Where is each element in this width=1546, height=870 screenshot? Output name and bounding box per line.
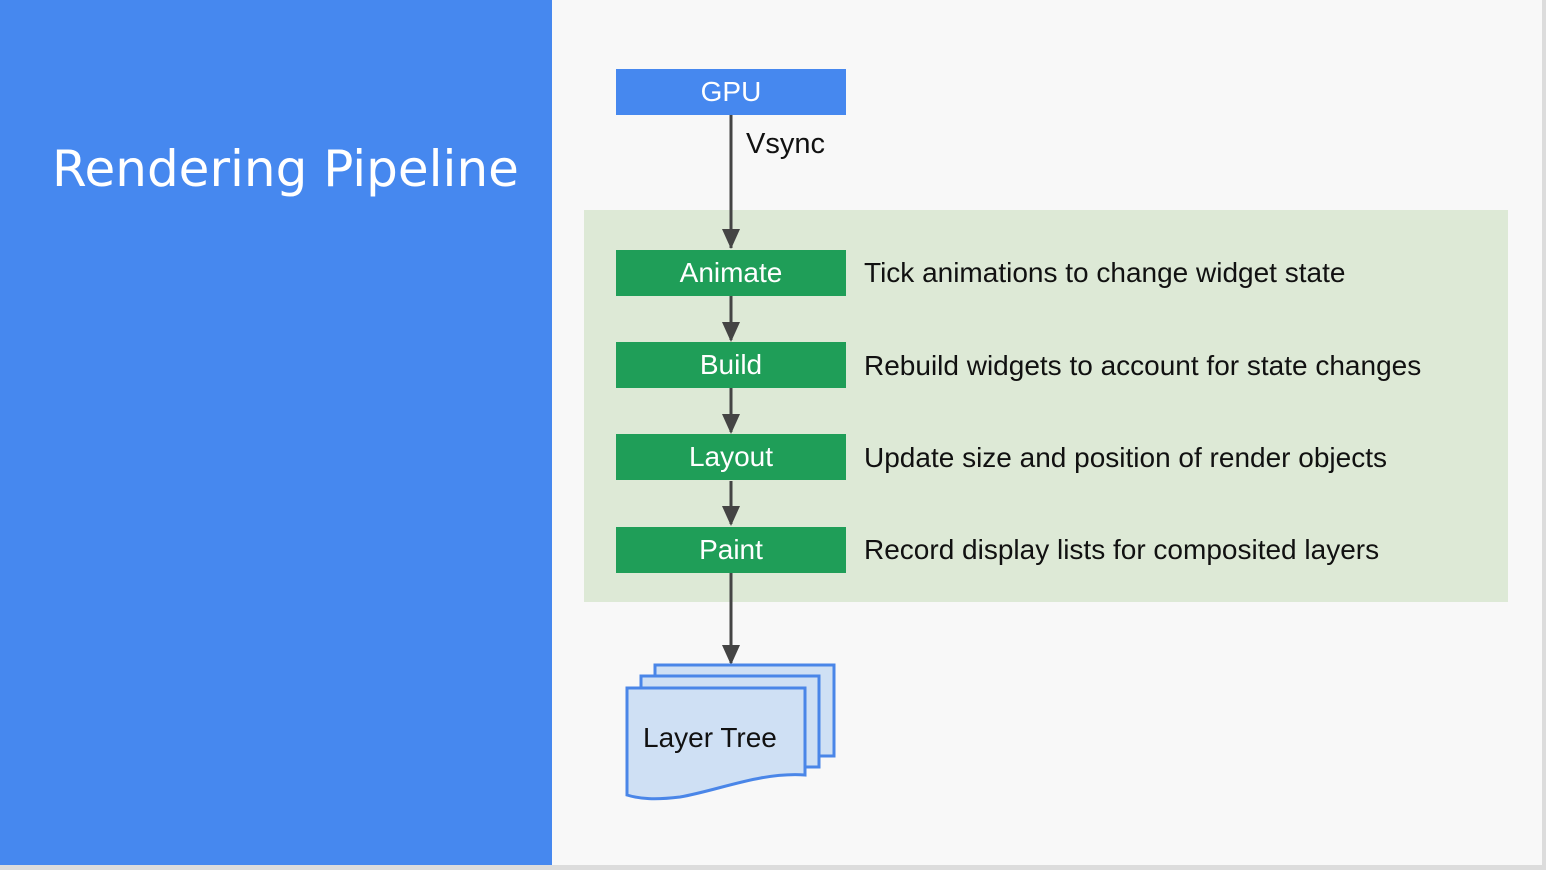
- stage-box-animate: Animate: [616, 250, 846, 296]
- arrowhead-icon: [722, 645, 740, 665]
- stage-box-build: Build: [616, 342, 846, 388]
- vsync-label: Vsync: [746, 128, 825, 160]
- layer-tree-label: Layer Tree: [643, 722, 777, 753]
- arrowhead-icon: [722, 506, 740, 526]
- arrowhead-icon: [722, 229, 740, 249]
- stage-description-animate: Tick animations to change widget state: [864, 257, 1346, 288]
- slide: Rendering Pipeline GPU Vsync Animate Tic…: [0, 0, 1542, 865]
- stage-description-build: Rebuild widgets to account for state cha…: [864, 350, 1422, 381]
- stage-box-paint: Paint: [616, 527, 846, 573]
- gpu-box: GPU: [616, 69, 846, 115]
- arrowhead-icon: [722, 322, 740, 342]
- stage-description-paint: Record display lists for composited laye…: [864, 534, 1380, 565]
- stage-box-layout: Layout: [616, 434, 846, 480]
- arrowhead-icon: [722, 414, 740, 434]
- stage-description-layout: Update size and position of render objec…: [864, 442, 1387, 473]
